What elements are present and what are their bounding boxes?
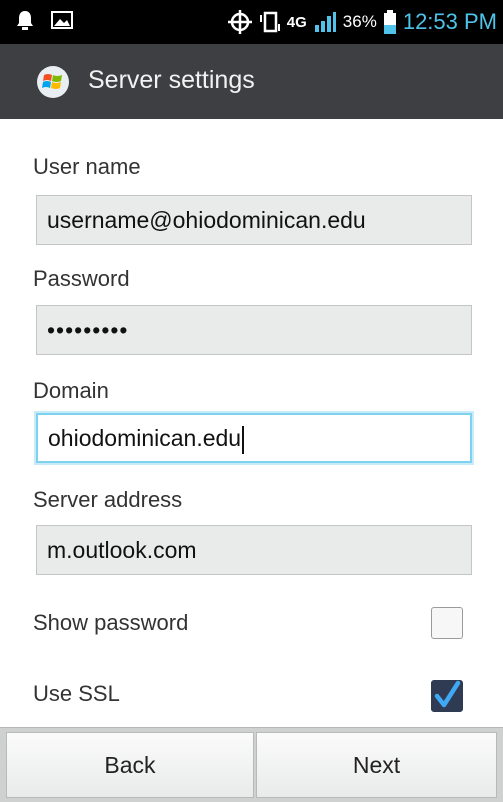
bottom-button-bar: Back Next (0, 727, 503, 802)
image-icon (51, 11, 73, 29)
checkmark-icon (434, 680, 461, 708)
use-ssl-checkbox[interactable] (431, 680, 463, 712)
signal-icon (314, 12, 336, 32)
status-bar: 4G 36% 12:53 PM (0, 0, 503, 44)
battery-percent: 36% (342, 12, 377, 31)
title-bar: Server settings (0, 44, 503, 119)
password-label: Password (33, 266, 130, 291)
text-cursor (242, 425, 245, 454)
password-field[interactable]: ••••••••• (36, 305, 472, 355)
battery-icon (383, 10, 396, 34)
next-button[interactable]: Next (256, 732, 497, 798)
page-title: Server settings (88, 66, 255, 94)
gps-icon (227, 10, 252, 34)
back-button[interactable]: Back (6, 732, 254, 798)
use-ssl-label: Use SSL (33, 681, 120, 706)
windows-logo-icon (37, 66, 69, 98)
username-field[interactable]: username@ohiodominican.edu (36, 195, 472, 245)
vibrate-icon (259, 11, 280, 33)
clock: 12:53 PM (402, 9, 497, 34)
domain-value: ohiodominican.edu (48, 425, 242, 451)
notification-icon (17, 11, 33, 30)
network-4g-icon: 4G (286, 13, 307, 31)
server-address-label: Server address (33, 487, 183, 512)
domain-label: Domain (33, 378, 109, 403)
server-address-field[interactable]: m.outlook.com (36, 525, 472, 575)
show-password-label: Show password (33, 610, 189, 635)
show-password-checkbox[interactable] (431, 607, 463, 639)
domain-field[interactable]: ohiodominican.edu (36, 413, 472, 463)
username-label: User name (33, 154, 141, 179)
